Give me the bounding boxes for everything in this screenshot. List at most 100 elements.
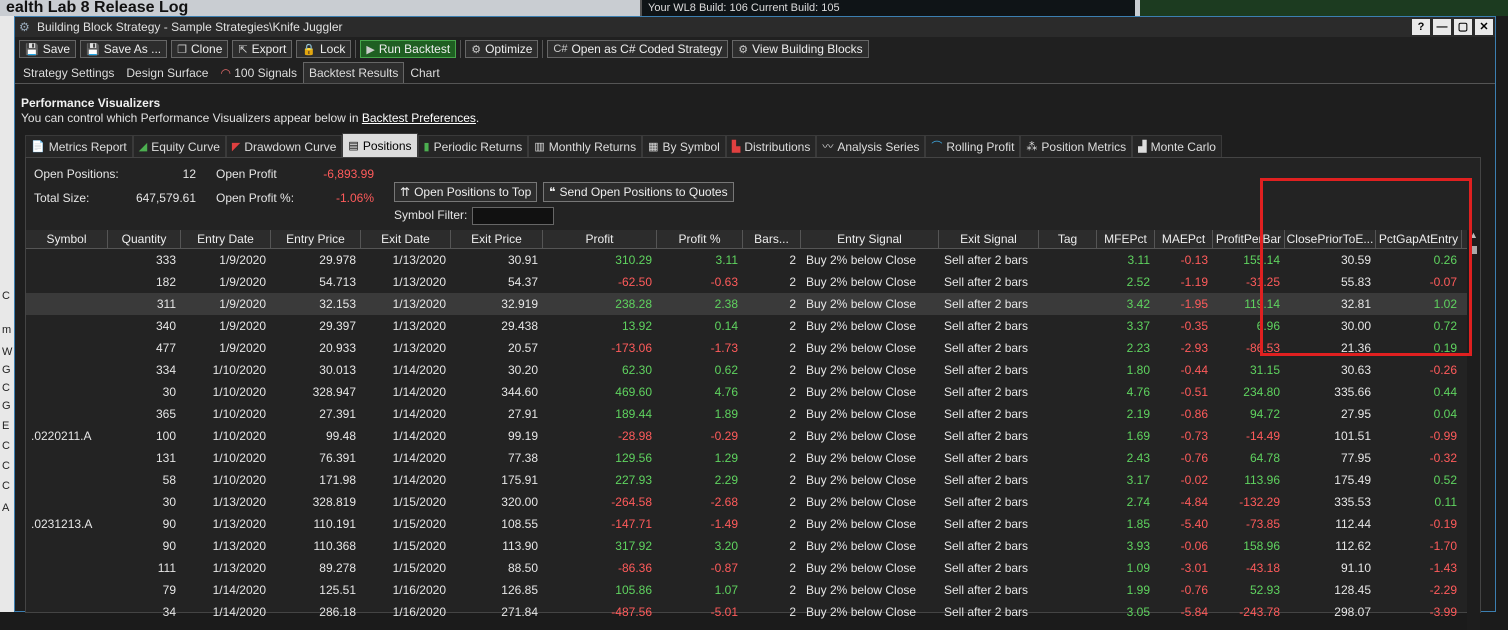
minimize-button[interactable]: — [1433,19,1451,35]
table-row[interactable]: 182 1/9/2020 54.713 1/13/2020 54.37 -62.50 -0.… [26,271,1480,293]
cell-symbol [26,535,108,557]
cell-entry-date: 1/9/2020 [219,319,266,333]
tab-periodic-returns[interactable]: ▮ Periodic Returns [417,135,529,157]
periodic-icon: ▮ [423,140,430,153]
cell-pct-gap-at-entry: -0.07 [1429,275,1457,289]
tab-positions[interactable]: ▤ Positions [342,133,418,157]
column-header-close-prior-to-entry[interactable]: ClosePriorToE... [1285,230,1376,248]
table-row[interactable]: 334 1/10/2020 30.013 1/14/2020 30.20 62.30 0.6… [26,359,1480,381]
table-row[interactable]: 477 1/9/2020 20.933 1/13/2020 20.57 -173.06 -1… [26,337,1480,359]
cell-entry-price: 29.978 [319,253,356,267]
table-row[interactable]: .0220211.A 100 1/10/2020 99.48 1/14/2020 99.1… [26,425,1480,447]
tab-distributions[interactable]: ▙ Distributions [725,135,817,157]
cell-entry-signal: Buy 2% below Close [806,517,917,531]
table-row[interactable]: 333 1/9/2020 29.978 1/13/2020 30.91 310.29 3.1… [26,249,1480,271]
column-header-quantity[interactable]: Quantity [108,230,181,248]
tab-drawdown-curve[interactable]: ◤ Drawdown Curve [225,135,343,157]
table-row[interactable]: 58 1/10/2020 171.98 1/14/2020 175.91 227.93 2.… [26,469,1480,491]
cell-exit-date: 1/15/2020 [392,517,446,531]
table-row[interactable]: 311 1/9/2020 32.153 1/13/2020 32.919 238.28 2.… [26,293,1480,315]
cell-entry-price: 328.947 [312,385,356,399]
symbol-filter-input[interactable] [472,207,554,225]
run-backtest-button[interactable]: ▶ Run Backtest [360,40,457,58]
cell-profit: 13.92 [621,319,652,333]
column-header-bars[interactable]: Bars... [743,230,801,248]
tab-equity-curve[interactable]: ◢ Equity Curve [132,135,226,157]
cell-exit-signal: Sell after 2 bars [944,319,1029,333]
open-positions-to-top-button[interactable]: ⇈ Open Positions to Top [394,182,538,202]
table-row[interactable]: 79 1/14/2020 125.51 1/16/2020 126.85 105.86 1.… [26,579,1480,601]
main-tabs: Strategy Settings Design Surface ◠ 100 S… [15,61,1495,84]
lock-button[interactable]: 🔒 Lock [296,40,352,58]
table-row[interactable]: 340 1/9/2020 29.397 1/13/2020 29.438 13.92 0.1… [26,315,1480,337]
tab-chart[interactable]: Chart [404,62,445,83]
export-button[interactable]: ⇱ Export [232,40,293,58]
table-row[interactable]: 30 1/10/2020 328.947 1/14/2020 344.60 469.60 4… [26,381,1480,403]
tab-rolling-profit[interactable]: ⌒ Rolling Profit [925,135,1021,157]
backtest-preferences-link[interactable]: Backtest Preferences [362,111,476,125]
cell-profit-pct: -0.87 [710,561,738,575]
tab-analysis-series[interactable]: 〰 Analysis Series [816,135,926,157]
tab-monthly-returns[interactable]: ▥ Monthly Returns [528,135,643,157]
view-building-blocks-button[interactable]: ⚙ View Building Blocks [732,40,869,58]
column-header-exit-price[interactable]: Exit Price [451,230,543,248]
column-header-symbol[interactable]: Symbol [26,230,108,248]
column-header-mae-pct[interactable]: MAEPct [1155,230,1213,248]
tab-by-symbol[interactable]: ▦ By Symbol [642,135,726,157]
cell-mae-pct: -0.73 [1180,429,1208,443]
tab-position-metrics[interactable]: ⁂ Position Metrics [1020,135,1133,157]
table-row[interactable]: 365 1/10/2020 27.391 1/14/2020 27.91 189.44 1.… [26,403,1480,425]
clone-button[interactable]: ❐ Clone [171,40,229,58]
help-button[interactable]: ? [1412,19,1430,35]
monthly-icon: ▥ [534,140,545,153]
column-header-pct-gap-at-entry[interactable]: PctGapAtEntry [1376,230,1462,248]
column-header-mfe-pct[interactable]: MFEPct [1097,230,1155,248]
open-csharp-button[interactable]: C# Open as C# Coded Strategy [547,40,729,58]
save-button[interactable]: 💾 Save [19,40,77,58]
tab-signals[interactable]: ◠ 100 Signals [214,62,303,83]
column-header-profit[interactable]: Profit [543,230,657,248]
cell-entry-price: 99.48 [325,429,356,443]
title-bar[interactable]: ⚙ Building Block Strategy - Sample Strat… [15,17,1495,37]
cell-bars: 2 [789,495,796,509]
cell-entry-signal: Buy 2% below Close [806,341,917,355]
cell-profit-pct: 2.38 [714,297,738,311]
table-row[interactable]: 90 1/13/2020 110.368 1/15/2020 113.90 317.92 3… [26,535,1480,557]
tab-metrics-report[interactable]: 📄 Metrics Report [25,135,133,157]
cell-tag [1039,535,1097,557]
scroll-thumb[interactable] [1470,246,1477,254]
table-row[interactable]: 111 1/13/2020 89.278 1/15/2020 88.50 -86.36 -0… [26,557,1480,579]
table-row[interactable]: 34 1/14/2020 286.18 1/16/2020 271.84 -487.56 -… [26,601,1480,623]
send-open-positions-button[interactable]: ❝ Send Open Positions to Quotes [543,182,734,202]
background-link: m [2,324,12,336]
optimize-button[interactable]: ⚙ Optimize [465,40,539,58]
table-row[interactable]: .0231213.A 90 1/13/2020 110.191 1/15/2020 108… [26,513,1480,535]
cell-tag [1039,315,1097,337]
column-header-entry-date[interactable]: Entry Date [181,230,271,248]
vertical-scrollbar[interactable]: ▲ [1467,230,1480,630]
maximize-button[interactable]: ▢ [1454,19,1472,35]
column-header-profit-pct[interactable]: Profit % [657,230,743,248]
cell-exit-signal: Sell after 2 bars [944,561,1029,575]
save-as-button[interactable]: 💾 Save As ... [80,40,168,58]
table-row[interactable]: 131 1/10/2020 76.391 1/14/2020 77.38 129.56 1.… [26,447,1480,469]
column-header-profit-per-bar[interactable]: ProfitPerBar [1213,230,1285,248]
column-header-exit-date[interactable]: Exit Date [361,230,451,248]
scroll-up-icon[interactable]: ▲ [1467,230,1480,240]
tab-design-surface[interactable]: Design Surface [120,62,214,83]
close-button[interactable]: ✕ [1475,19,1493,35]
tab-backtest-results[interactable]: Backtest Results [302,62,405,83]
column-header-exit-signal[interactable]: Exit Signal [939,230,1039,248]
cell-entry-price: 328.819 [312,495,356,509]
csharp-icon: C# [553,43,568,55]
cell-symbol: .0231213.A [31,517,93,531]
column-header-tag[interactable]: Tag [1039,230,1097,248]
table-row[interactable]: 30 1/13/2020 328.819 1/15/2020 320.00 -264.58… [26,491,1480,513]
cell-close-prior-to-entry: 55.83 [1340,275,1371,289]
column-header-entry-signal[interactable]: Entry Signal [801,230,939,248]
tab-monte-carlo[interactable]: ▟ Monte Carlo [1132,135,1222,157]
signal-icon: ◠ [220,66,235,80]
cell-entry-signal: Buy 2% below Close [806,407,917,421]
column-header-entry-price[interactable]: Entry Price [271,230,361,248]
tab-strategy-settings[interactable]: Strategy Settings [17,62,120,83]
